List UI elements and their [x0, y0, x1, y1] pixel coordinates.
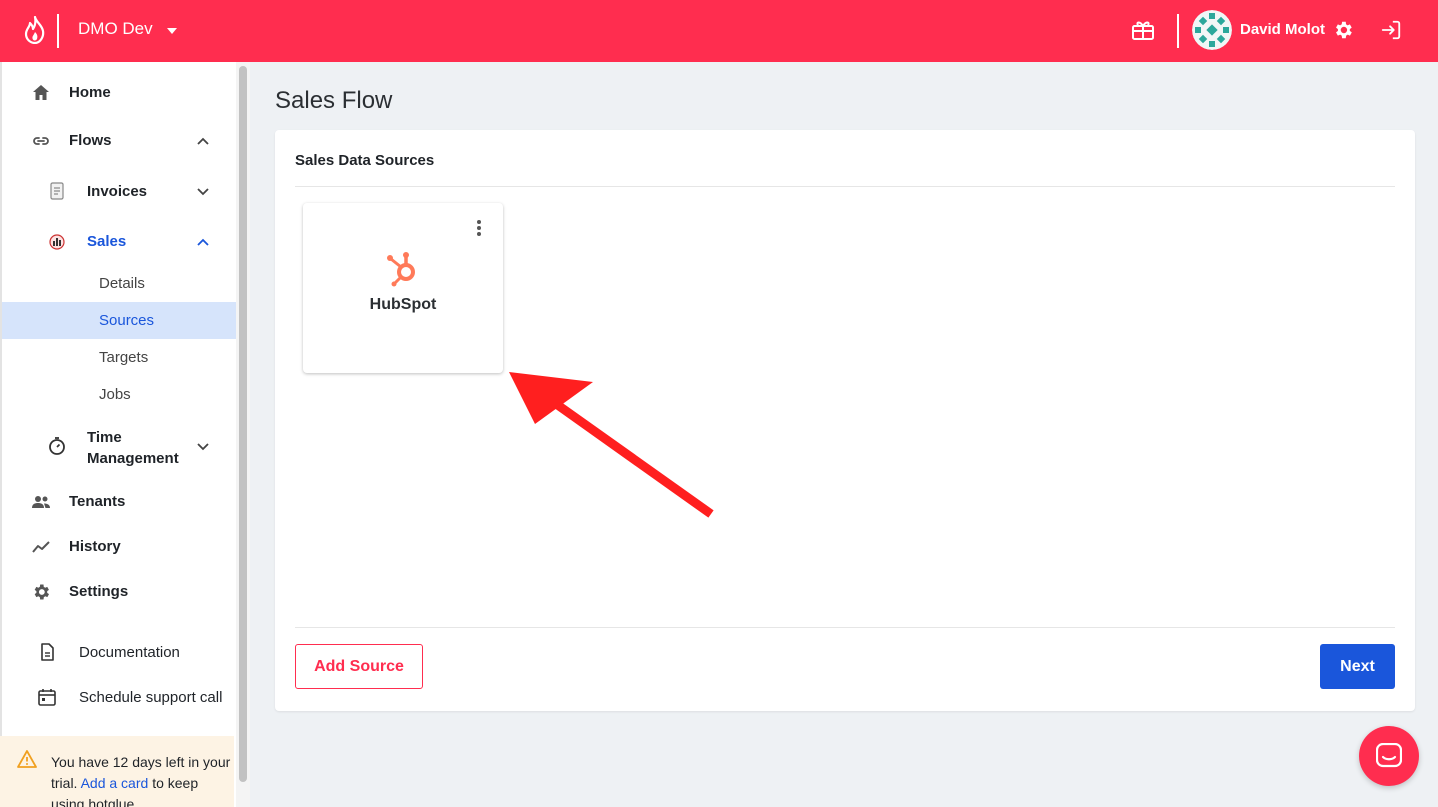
next-button[interactable]: Next [1320, 644, 1395, 689]
people-icon [32, 496, 50, 508]
add-card-link[interactable]: Add a card [81, 775, 149, 791]
scrollbar-thumb[interactable] [239, 66, 247, 782]
sidebar-item-label: Invoices [87, 183, 148, 200]
sidebar-item-flows[interactable]: Flows [2, 129, 236, 153]
workspace-selector[interactable]: DMO Dev [78, 19, 177, 39]
gear-icon [34, 584, 49, 600]
sidebar-item-documentation[interactable]: Documentation [2, 641, 236, 665]
workspace-name: DMO Dev [78, 19, 153, 38]
avatar[interactable] [1192, 10, 1232, 50]
add-source-button[interactable]: Add Source [295, 644, 423, 689]
sidebar-subitem-jobs[interactable]: Jobs [2, 376, 236, 413]
chevron-down-icon [197, 443, 209, 451]
topbar-divider-2 [1177, 14, 1179, 48]
sidebar-item-home[interactable]: Home [2, 81, 236, 105]
sidebar-item-time-management[interactable]: Time Management [2, 424, 236, 468]
sidebar-scrollbar[interactable] [236, 62, 250, 807]
chat-icon [1376, 743, 1402, 768]
chevron-up-icon [197, 238, 209, 246]
sidebar-item-sales[interactable]: Sales [2, 229, 236, 253]
link-icon [33, 137, 49, 145]
sidebar-subitem-label: Sources [99, 312, 155, 329]
sidebar-item-label: Tenants [69, 493, 126, 510]
home-icon [33, 85, 49, 100]
sidebar-item-label: History [69, 538, 121, 555]
sidebar-item-settings[interactable]: Settings [2, 580, 236, 604]
panel-divider-bottom [295, 627, 1395, 628]
sidebar-subitem-label: Jobs [99, 386, 131, 403]
chevron-up-icon [197, 137, 209, 145]
source-name: HubSpot [369, 296, 437, 313]
caret-down-icon [166, 27, 177, 34]
sidebar-item-history[interactable]: History [2, 535, 236, 559]
sidebar-item-schedule-support[interactable]: Schedule support call [2, 686, 236, 710]
calendar-icon [38, 689, 56, 706]
document-icon [41, 643, 54, 661]
sidebar-item-label: Documentation [79, 644, 180, 661]
sidebar-subitem-sources[interactable]: Sources [2, 302, 236, 339]
annotation-arrow [509, 372, 714, 518]
trial-banner: You have 12 days left in your trial. Add… [0, 736, 234, 807]
trend-line-icon [32, 541, 50, 553]
warning-icon [17, 750, 37, 768]
gear-icon[interactable] [1332, 19, 1354, 41]
panel-title: Sales Data Sources [295, 152, 435, 169]
sidebar-subitem-targets[interactable]: Targets [2, 339, 236, 376]
sidebar: Home Flows Invoices Sales Details Source… [0, 62, 236, 807]
sidebar-item-tenants[interactable]: Tenants [2, 490, 236, 514]
sidebar-item-label-line1: Time [87, 429, 122, 446]
invoice-icon [50, 182, 64, 200]
hubspot-icon [387, 252, 415, 287]
sidebar-item-label-line2: Management [87, 450, 179, 467]
chevron-down-icon [197, 188, 209, 196]
sources-panel: Sales Data Sources HubSpot Add Source Ne… [275, 130, 1415, 711]
sidebar-item-label: Flows [69, 132, 112, 149]
user-name[interactable]: David Molot [1240, 21, 1325, 38]
sidebar-item-label: Sales [87, 233, 127, 250]
gift-icon[interactable] [1131, 19, 1155, 41]
chat-launcher-button[interactable] [1359, 726, 1419, 786]
sidebar-item-label: Schedule support call [79, 689, 223, 706]
sidebar-subitem-label: Details [99, 275, 145, 292]
stopwatch-icon [49, 437, 65, 455]
more-vertical-icon[interactable] [473, 218, 485, 238]
page-title: Sales Flow [275, 87, 393, 114]
logout-icon[interactable] [1380, 19, 1402, 41]
flame-logo-icon[interactable] [22, 16, 48, 44]
topbar-divider [57, 14, 59, 48]
sidebar-item-invoices[interactable]: Invoices [2, 179, 236, 203]
top-bar: DMO Dev David Molot [0, 0, 1438, 62]
sidebar-item-label: Settings [69, 583, 129, 600]
sidebar-subitem-details[interactable]: Details [2, 265, 236, 302]
source-card-hubspot[interactable]: HubSpot [303, 203, 503, 373]
sales-chart-icon [49, 234, 65, 250]
panel-divider [295, 186, 1395, 187]
sidebar-item-label: Home [69, 84, 111, 101]
sidebar-subitem-label: Targets [99, 349, 149, 366]
